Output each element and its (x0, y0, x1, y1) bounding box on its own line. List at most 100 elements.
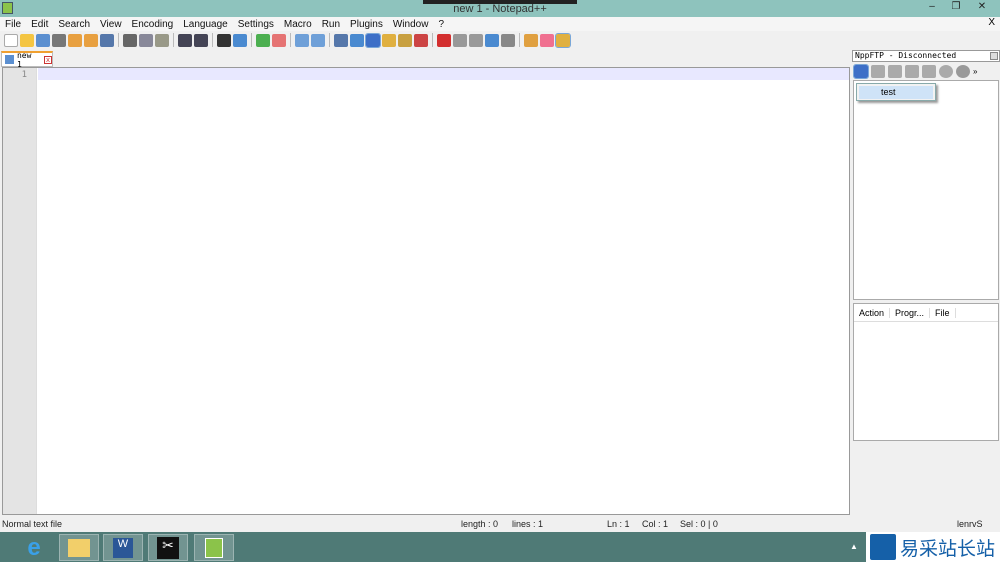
profile-item-test[interactable]: test (859, 86, 933, 99)
panel-close-icon[interactable] (990, 52, 998, 60)
function-list-icon[interactable] (414, 33, 428, 47)
find-icon[interactable] (217, 33, 231, 47)
folder-icon (68, 538, 90, 557)
toolbar-separator (519, 33, 520, 47)
doc-map-icon[interactable] (398, 33, 412, 47)
heart-icon[interactable] (540, 33, 554, 47)
taskbar-word[interactable]: W (103, 534, 143, 561)
copy-icon[interactable] (139, 33, 153, 47)
tab-label: new 1 (16, 50, 32, 69)
close-window-button[interactable]: ✕ (970, 1, 994, 12)
column-file[interactable]: File (930, 307, 956, 318)
editor[interactable]: 1 (2, 67, 850, 515)
minimize-button[interactable]: ‒ (920, 1, 944, 12)
status-lines: lines : 1 (512, 519, 544, 529)
window-title: new 1 - Notepad++ (453, 3, 547, 15)
npp-export-icon[interactable] (524, 33, 538, 47)
ie-icon: e (27, 533, 41, 561)
overflow-chevron-icon[interactable]: » (973, 67, 977, 76)
menu-run[interactable]: Run (317, 19, 345, 30)
watermark: 易采站长站 (866, 532, 1000, 562)
menu-language[interactable]: Language (178, 19, 233, 30)
print-icon[interactable] (100, 33, 114, 47)
paste-icon[interactable] (155, 33, 169, 47)
tray-chevron-icon[interactable]: ▲ (850, 542, 858, 551)
redo-icon[interactable] (194, 33, 208, 47)
connect-icon[interactable] (853, 63, 869, 79)
restore-button[interactable]: ❐ (944, 1, 968, 12)
toolbar-separator (251, 33, 252, 47)
transfer-queue: Action Progr... File (853, 303, 999, 441)
open-icon[interactable] (20, 33, 34, 47)
status-bar: Normal text file length : 0 lines : 1 Ln… (0, 517, 1000, 532)
menu-settings[interactable]: Settings (233, 19, 279, 30)
cut-icon[interactable] (123, 33, 137, 47)
close-tab-icon[interactable]: x (44, 55, 52, 64)
line-number: 1 (21, 70, 27, 80)
menu-plugins[interactable]: Plugins (345, 19, 388, 30)
status-file-type: Normal text file (2, 519, 63, 529)
nppftp-toolbar: » (852, 62, 1000, 80)
wrap-icon[interactable] (334, 33, 348, 47)
undo-icon[interactable] (178, 33, 192, 47)
taskbar-notepad-plus-plus[interactable] (194, 534, 234, 561)
toolbar-separator (212, 33, 213, 47)
new-icon[interactable] (4, 33, 18, 47)
play-icon[interactable] (469, 33, 483, 47)
status-sel: Sel : 0 | 0 (680, 519, 718, 529)
show-all-icon[interactable] (350, 33, 364, 47)
menu-edit[interactable]: Edit (26, 19, 53, 30)
stop-icon[interactable] (453, 33, 467, 47)
nppftp-panel: NppFTP - Disconnected » test Action Prog… (852, 50, 1000, 441)
toolbar (0, 31, 850, 49)
toolbar-separator (118, 33, 119, 47)
upload-icon[interactable] (905, 64, 919, 78)
abort-icon[interactable] (939, 64, 953, 78)
record-icon[interactable] (437, 33, 451, 47)
status-extra: lenrvS (957, 519, 983, 529)
column-action[interactable]: Action (854, 307, 891, 318)
udl-icon[interactable] (382, 33, 396, 47)
toolbar-separator (329, 33, 330, 47)
close-icon[interactable] (68, 33, 82, 47)
download-icon[interactable] (888, 64, 902, 78)
disconnect-icon[interactable] (871, 64, 885, 78)
refresh-icon[interactable] (922, 64, 936, 78)
save-icon[interactable] (36, 33, 50, 47)
title-bar: new 1 - Notepad++ ‒ ❐ ✕ (0, 0, 1000, 17)
watermark-text: 易采站长站 (900, 538, 996, 560)
scissors-icon: ✂ (157, 536, 179, 559)
menu-window[interactable]: Window (388, 19, 434, 30)
menu-file[interactable]: File (0, 19, 26, 30)
status-ln: Ln : 1 (607, 519, 630, 529)
menu-encoding[interactable]: Encoding (127, 19, 179, 30)
tab-new-1[interactable]: new 1 x (1, 50, 53, 69)
ftp-icon[interactable] (555, 32, 571, 48)
save-macro-icon[interactable] (501, 33, 515, 47)
menu-view[interactable]: View (95, 19, 127, 30)
taskbar-snipping-tool[interactable]: ✂ (148, 534, 188, 561)
replace-icon[interactable] (233, 33, 247, 47)
menu-help[interactable]: ? (433, 19, 449, 30)
line-number-gutter: 1 (3, 68, 37, 514)
zoom-out-icon[interactable] (272, 33, 286, 47)
sync-h-icon[interactable] (311, 33, 325, 47)
status-length: length : 0 (461, 519, 499, 529)
taskbar-file-explorer[interactable] (59, 534, 99, 561)
watermark-logo (870, 534, 896, 560)
indent-guide-icon[interactable] (365, 32, 381, 48)
taskbar-internet-explorer[interactable]: e (14, 534, 54, 561)
sync-v-icon[interactable] (295, 33, 309, 47)
menu-macro[interactable]: Macro (279, 19, 317, 30)
toolbar-separator (290, 33, 291, 47)
column-progress[interactable]: Progr... (890, 307, 931, 318)
notepadpp-icon (205, 537, 223, 558)
close-all-icon[interactable] (84, 33, 98, 47)
play-multi-icon[interactable] (485, 33, 499, 47)
zoom-in-icon[interactable] (256, 33, 270, 47)
settings-gear-icon[interactable] (956, 64, 970, 78)
ftp-file-tree[interactable] (853, 80, 999, 300)
close-document-button[interactable]: X (988, 17, 995, 28)
menu-search[interactable]: Search (53, 19, 95, 30)
save-all-icon[interactable] (52, 33, 66, 47)
